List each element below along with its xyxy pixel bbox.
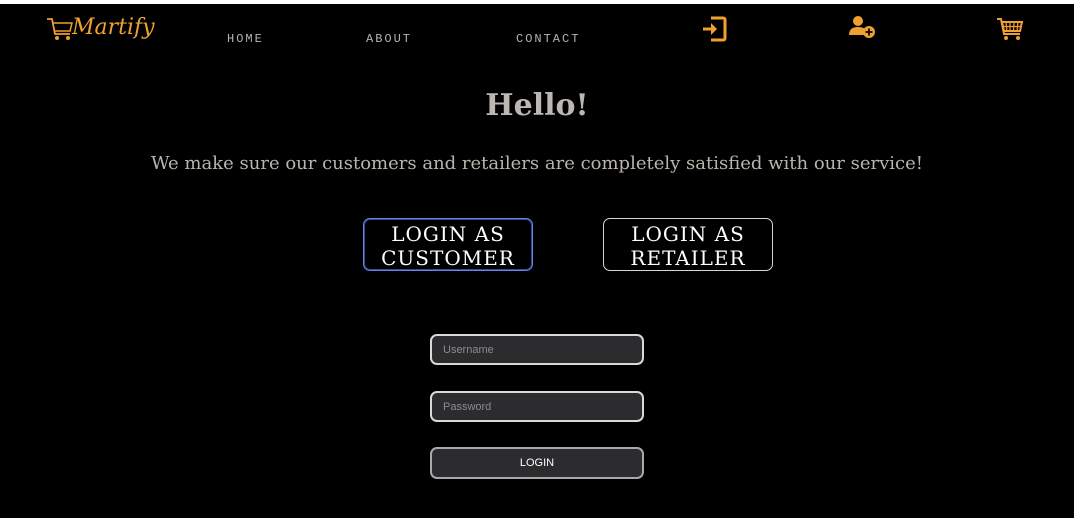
top-border [0,0,1074,4]
login-as-customer-button[interactable]: LOGIN AS CUSTOMER [363,218,533,271]
nav-home-link[interactable]: HOME [227,32,264,46]
customer-button-line2: CUSTOMER [381,246,515,270]
cart-icon[interactable] [996,16,1024,42]
logo-text: Martify [71,15,155,40]
nav-contact-link[interactable]: CONTACT [516,32,580,46]
page-subtitle: We make sure our customers and retailers… [151,153,923,174]
login-as-retailer-button[interactable]: LOGIN AS RETAILER [603,218,773,271]
martify-logo[interactable]: Martify [46,10,156,46]
add-user-icon[interactable] [848,15,876,39]
password-input[interactable] [430,391,644,422]
retailer-button-line1: LOGIN AS [631,222,745,246]
login-submit-button[interactable]: LOGIN [430,447,644,479]
nav-about-link[interactable]: ABOUT [366,32,412,46]
login-icon[interactable] [701,15,727,43]
retailer-button-line2: RETAILER [630,246,746,270]
page-title: Hello! [485,88,589,123]
username-input[interactable] [430,334,644,365]
customer-button-line1: LOGIN AS [391,222,505,246]
